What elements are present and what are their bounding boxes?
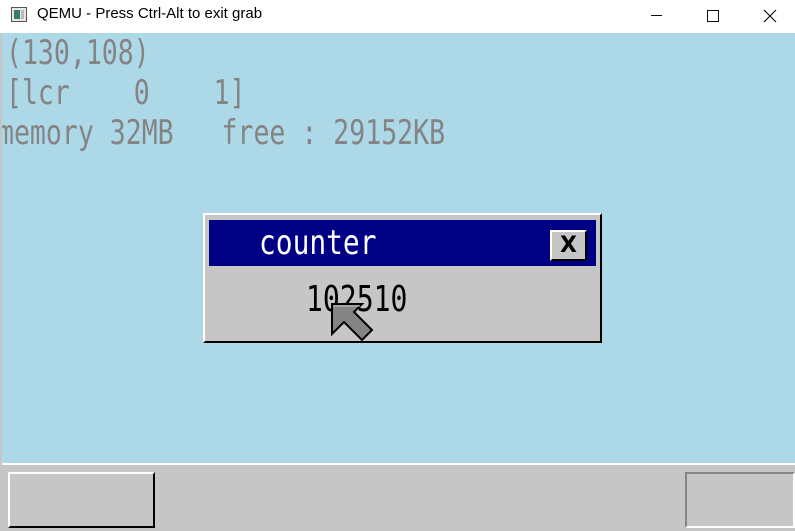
minimize-icon — [650, 15, 662, 16]
guest-screen[interactable]: (130,108) [lcr 0 1] memory 32MB free : 2… — [2, 33, 795, 531]
host-titlebar[interactable]: QEMU - Press Ctrl-Alt to exit grab — [0, 0, 795, 31]
mouse-buttons-status: [lcr 0 1] — [6, 73, 246, 113]
taskbar — [2, 463, 795, 531]
taskbar-tray — [685, 472, 795, 528]
close-icon — [763, 9, 777, 22]
maximize-icon — [707, 9, 719, 22]
maximize-button[interactable] — [690, 0, 736, 31]
close-x-icon: X — [560, 233, 577, 258]
counter-titlebar[interactable]: counter X — [209, 220, 596, 266]
qemu-window: QEMU - Press Ctrl-Alt to exit grab (130,… — [0, 0, 795, 531]
mouse-coordinates: (130,108) — [6, 33, 150, 73]
window-title: QEMU - Press Ctrl-Alt to exit grab — [37, 5, 263, 22]
counter-title: counter — [259, 223, 377, 263]
minimize-button[interactable] — [633, 0, 679, 31]
taskbar-start-button[interactable] — [8, 472, 155, 528]
counter-close-button[interactable]: X — [550, 230, 587, 261]
memory-info: memory 32MB free : 29152KB — [2, 113, 446, 153]
mouse-cursor-icon — [331, 303, 374, 342]
close-button[interactable] — [747, 0, 793, 31]
counter-window[interactable]: counter X 102510 — [203, 213, 602, 343]
qemu-app-icon[interactable] — [11, 7, 27, 22]
